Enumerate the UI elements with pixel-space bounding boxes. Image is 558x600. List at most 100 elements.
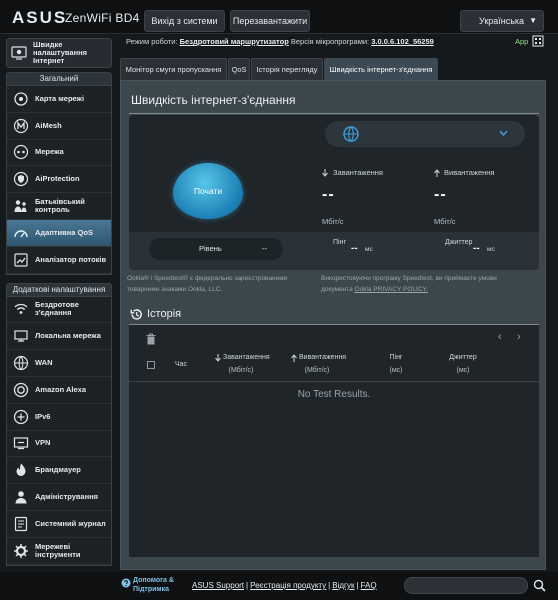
firewall-icon <box>16 463 26 477</box>
download-label: Завантаження <box>333 168 383 177</box>
sidebar-item-wireless[interactable]: Бездротове з'єднання <box>7 297 111 324</box>
main-panel: Швидкість інтернет-з'єднання Почати Зава… <box>120 80 546 570</box>
sidebar-item-lan[interactable]: Локальна мережа <box>7 323 111 351</box>
title-divider <box>129 113 539 114</box>
footer-links: ASUS Support | Реєстрація продукту | Відгук |… <box>192 581 377 590</box>
footer: Допомога & Підтримка ASUS Support | Реєстр… <box>0 572 558 600</box>
general-menu: Карта мережі AiMesh Мережа AiProtection … <box>6 86 112 275</box>
wan-icon <box>13 355 29 371</box>
advanced-menu: Бездротове з'єднання Локальна мережа WAN … <box>6 296 112 566</box>
faq-link[interactable]: FAQ <box>361 581 377 590</box>
operation-mode-link[interactable]: Бездротовий маршрутизатор <box>180 37 289 46</box>
asus-logo: ASUS <box>12 8 68 27</box>
jitter-value: -- <box>473 243 480 254</box>
help-icon <box>121 578 131 588</box>
server-select[interactable] <box>325 121 525 147</box>
chevron-right-icon[interactable]: › <box>517 331 521 343</box>
column-ping-unit: (мс) <box>389 367 403 374</box>
model-name: ZenWiFi BD4 <box>65 11 140 25</box>
sidebar-item-system-log[interactable]: Системний журнал <box>7 511 111 538</box>
traffic-analyzer-icon <box>14 253 28 267</box>
tab-qos[interactable]: QoS <box>228 58 250 80</box>
ping-jitter-row: Рівень -- Пінг -- мс Джиттер -- мс <box>129 232 539 270</box>
logout-button[interactable]: Вихід з системи <box>144 10 225 32</box>
column-upload-unit: (Мбіт/с) <box>304 367 330 374</box>
start-test-button[interactable]: Почати <box>173 163 243 219</box>
chevron-left-icon[interactable]: ‹ <box>498 331 502 343</box>
sidebar-item-amazon-alexa[interactable]: Amazon Alexa <box>7 377 111 404</box>
jitter-unit: мс <box>487 246 495 253</box>
product-registration-link[interactable]: Реєстрація продукту <box>250 581 326 590</box>
sidebar-item-vpn[interactable]: VPN <box>7 431 111 458</box>
jitter-label: Джиттер <box>445 239 473 246</box>
sidebar-item-aiprotection[interactable]: AiProtection <box>7 166 111 194</box>
quick-setup-button[interactable]: Швидке налаштування Інтернет <box>6 38 112 68</box>
ping-value: -- <box>351 243 358 254</box>
sidebar-item-ipv6[interactable]: IPv6 <box>7 404 111 431</box>
search-icon[interactable] <box>533 579 546 592</box>
privacy-policy-link[interactable]: Ookla PRIVACY POLICY. <box>355 286 428 293</box>
help-support-link[interactable]: Допомога & Підтримка <box>133 576 174 594</box>
ping-label: Пінг <box>333 239 347 246</box>
column-jitter-unit: (мс) <box>456 367 470 374</box>
globe-icon <box>343 126 359 142</box>
ipv6-icon <box>13 409 29 424</box>
page-title: Швидкість інтернет-з'єднання <box>131 93 296 107</box>
ping-unit: мс <box>365 246 373 253</box>
sidebar-item-adaptive-qos[interactable]: Адаптивна QoS <box>7 219 111 247</box>
network-tools-icon <box>14 543 28 558</box>
sidebar-item-firewall[interactable]: Брандмауер <box>7 457 111 485</box>
download-unit: Мбіт/с <box>322 217 344 226</box>
chevron-down-icon <box>499 130 508 137</box>
download-arrow-icon <box>215 354 221 362</box>
sidebar-item-wan[interactable]: WAN <box>7 350 111 377</box>
app-label[interactable]: App <box>515 37 528 46</box>
top-bar: ASUS ZenWiFi BD4 Вихід з системи Перезав… <box>0 0 558 34</box>
column-upload: Вивантаження <box>299 354 347 361</box>
sidebar-item-parental-control[interactable]: Батьківський контроль <box>7 193 111 220</box>
speedtest-card: Почати Завантаження -- Мбіт/с Вивантажен… <box>129 115 539 270</box>
asus-support-link[interactable]: ASUS Support <box>192 581 244 590</box>
ookla-terms-note: Використовуючи програму Speedtest, ви пр… <box>321 275 497 293</box>
footer-search-input[interactable] <box>404 577 528 594</box>
upload-label: Вивантаження <box>444 168 495 177</box>
sidebar-item-network-tools[interactable]: Мережеві інструменти <box>7 538 111 565</box>
feedback-link[interactable]: Відгук <box>332 581 354 590</box>
column-time: Час <box>174 361 188 368</box>
parental-control-icon <box>14 200 27 213</box>
upload-arrow-icon <box>434 169 440 177</box>
vpn-icon <box>13 437 29 450</box>
chevron-down-icon: ▼ <box>529 16 537 25</box>
language-value: Українська <box>479 16 525 26</box>
level-label: Рівень <box>199 244 222 253</box>
tab-web-history[interactable]: Історія перегляду <box>251 58 323 80</box>
advanced-section-title: Додаткові налаштування <box>6 282 112 297</box>
quick-setup-label: Швидке налаштування Інтернет <box>33 40 88 65</box>
sidebar-item-network-map[interactable]: Карта мережі <box>7 86 111 113</box>
tab-bandwidth-monitor[interactable]: Монітор смуги пропускання <box>120 58 227 80</box>
history-card: ‹ › Час Завантаження (Мбіт/с) Вивантажен… <box>129 325 539 557</box>
shield-icon <box>13 172 29 187</box>
operation-mode-line: Режим роботи: Бездротовий маршрутизатор … <box>126 37 434 46</box>
app-qr-icon[interactable] <box>532 35 544 47</box>
sidebar-item-administration[interactable]: Адміністрування <box>7 484 111 511</box>
firmware-link[interactable]: 3.0.0.6.102_56259 <box>371 37 434 46</box>
level-value: -- <box>262 244 267 253</box>
upload-unit: Мбіт/с <box>434 217 456 226</box>
column-download-unit: (Мбіт/с) <box>228 367 254 374</box>
select-all-checkbox[interactable] <box>147 361 155 369</box>
administration-icon <box>15 491 27 504</box>
sidebar-item-aimesh[interactable]: AiMesh <box>7 113 111 140</box>
aimesh-icon <box>13 118 29 133</box>
language-select[interactable]: Українська ▼ <box>460 10 544 32</box>
tab-internet-speed[interactable]: Швидкість інтернет-з'єднання <box>324 58 438 80</box>
reboot-button[interactable]: Перезавантажити <box>230 10 310 32</box>
download-arrow-icon <box>322 169 328 177</box>
column-ping: Пінг <box>389 354 403 361</box>
trash-icon[interactable] <box>146 333 156 345</box>
sidebar-item-traffic-analyzer[interactable]: Аналізатор потоків <box>7 247 111 274</box>
wireless-icon <box>14 304 28 315</box>
sidebar-item-network[interactable]: Мережа <box>7 140 111 167</box>
sidebar: Швидке налаштування Інтернет Загальний К… <box>6 38 112 566</box>
upload-value: -- <box>434 186 447 203</box>
